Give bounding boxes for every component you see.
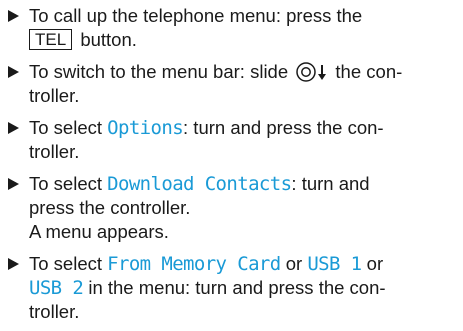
- menu-item-from-memory-card: From Memory Card: [107, 253, 281, 275]
- step-text: : turn and press the con-: [183, 117, 384, 138]
- controller-slide-down-icon: [296, 62, 327, 82]
- menu-item-usb-1: USB 1: [307, 253, 362, 275]
- step-result-text: A menu appears.: [29, 221, 169, 242]
- step-line: troller.: [29, 140, 448, 164]
- tel-key: TEL: [29, 29, 73, 50]
- step-text: To select: [29, 253, 108, 274]
- step-line: troller.: [29, 300, 448, 324]
- step-line: USB 2 in the menu: turn and press the co…: [29, 276, 448, 300]
- step-text: troller.: [29, 141, 80, 162]
- step-line: press the controller.: [29, 196, 448, 220]
- bullet-arrow-icon: [8, 66, 19, 78]
- menu-item-options: Options: [107, 117, 184, 139]
- step-text: button.: [75, 29, 137, 50]
- step-text: in the menu: turn and press the con-: [83, 277, 386, 298]
- menu-item-download-contacts: Download Contacts: [107, 173, 292, 195]
- step-text: To call up the telephone menu: press the: [29, 5, 363, 26]
- step-call-telephone-menu: To call up the telephone menu: press the…: [8, 4, 448, 52]
- step-text: or: [280, 253, 308, 274]
- bullet-arrow-icon: [8, 10, 19, 22]
- step-line: A menu appears.: [29, 220, 448, 244]
- instruction-steps: To call up the telephone menu: press the…: [8, 4, 448, 324]
- step-text: To switch to the menu bar: slide: [29, 61, 294, 82]
- step-line: TEL button.: [29, 28, 448, 52]
- step-text: To select: [29, 173, 108, 194]
- step-text: troller.: [29, 85, 80, 106]
- step-line: To call up the telephone menu: press the: [29, 4, 448, 28]
- step-line: To select Options: turn and press the co…: [29, 116, 448, 140]
- step-line: To switch to the menu bar: slide the con…: [29, 60, 448, 84]
- step-select-source: To select From Memory Card or USB 1 or U…: [8, 252, 448, 324]
- step-text: troller.: [29, 301, 80, 322]
- bullet-arrow-icon: [8, 178, 19, 190]
- step-select-download-contacts: To select Download Contacts: turn and pr…: [8, 172, 448, 244]
- step-text: or: [361, 253, 384, 274]
- menu-item-usb-2: USB 2: [29, 277, 84, 299]
- step-line: To select Download Contacts: turn and: [29, 172, 448, 196]
- step-line: troller.: [29, 84, 448, 108]
- step-text: the con-: [330, 61, 403, 82]
- step-line: To select From Memory Card or USB 1 or: [29, 252, 448, 276]
- step-text: press the controller.: [29, 197, 191, 218]
- step-select-options: To select Options: turn and press the co…: [8, 116, 448, 164]
- step-text: : turn and: [291, 173, 370, 194]
- bullet-arrow-icon: [8, 258, 19, 270]
- step-switch-menu-bar: To switch to the menu bar: slide the con…: [8, 60, 448, 108]
- bullet-arrow-icon: [8, 122, 19, 134]
- step-text: To select: [29, 117, 108, 138]
